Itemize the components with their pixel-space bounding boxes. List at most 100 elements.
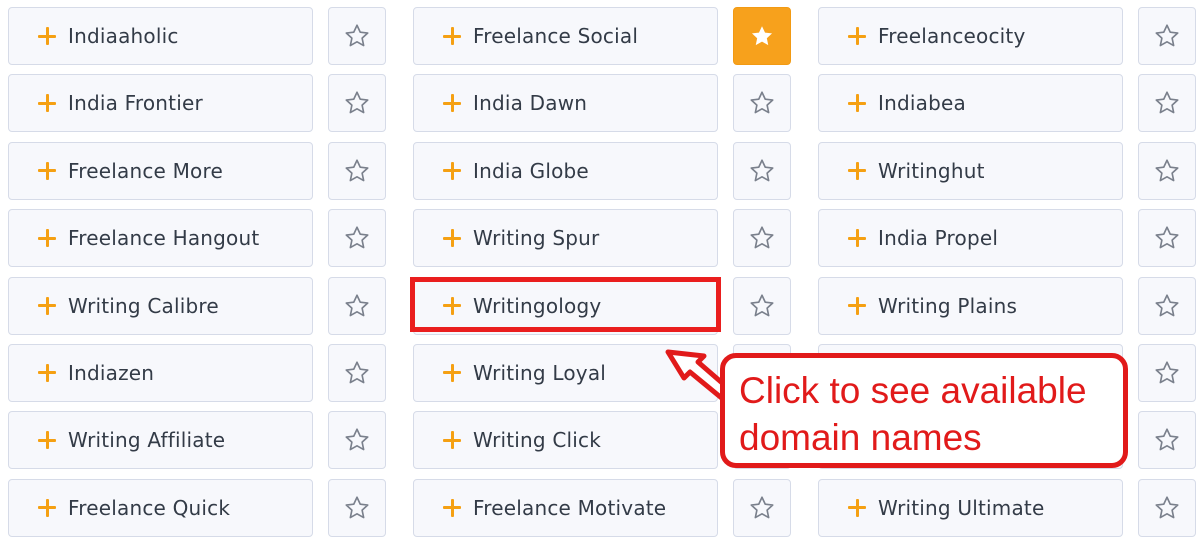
star-outline-icon xyxy=(1155,24,1179,47)
star-outline-icon xyxy=(750,226,774,249)
domain-name-button[interactable]: Freelanceocity xyxy=(818,7,1123,65)
favorite-button[interactable] xyxy=(328,411,386,470)
plus-icon xyxy=(38,229,56,248)
plus-icon xyxy=(443,27,461,45)
plus-icon xyxy=(38,94,56,113)
domain-name-label: Freelance More xyxy=(68,158,223,183)
plus-icon xyxy=(848,498,866,517)
domain-name-button[interactable]: Indiabea xyxy=(818,74,1123,133)
domain-name-label: Freelance Motivate xyxy=(473,495,667,520)
domain-name-button[interactable]: India Dawn xyxy=(413,74,718,133)
annotation-callout: Click to see available domain names xyxy=(720,353,1128,468)
favorite-button[interactable] xyxy=(328,141,386,200)
plus-icon xyxy=(848,229,866,248)
star-outline-icon xyxy=(1155,496,1179,519)
domain-name-button[interactable]: Writing Loyal xyxy=(413,343,718,402)
domain-name-button[interactable]: Freelance Social xyxy=(413,7,718,65)
star-outline-icon xyxy=(1155,226,1179,249)
favorite-button[interactable] xyxy=(1138,411,1196,470)
domain-name-button[interactable]: Freelance More xyxy=(8,141,313,200)
domain-name-button[interactable]: Writing Calibre xyxy=(8,276,313,335)
domain-name-label: Indiabea xyxy=(878,91,966,116)
favorite-button[interactable] xyxy=(733,209,791,268)
favorite-button-active[interactable] xyxy=(733,7,791,65)
favorite-button[interactable] xyxy=(1138,141,1196,200)
domain-name-button[interactable]: Writing Click xyxy=(413,411,718,470)
domain-name-button[interactable]: Writing Spur xyxy=(413,209,718,268)
highlight-box xyxy=(410,277,721,332)
domain-name-label: Writing Loyal xyxy=(473,360,607,385)
plus-icon xyxy=(443,161,461,180)
favorite-button[interactable] xyxy=(1138,276,1196,335)
callout-line-1: Click to see available xyxy=(739,370,1087,411)
domain-name-button[interactable]: Writinghut xyxy=(818,141,1123,200)
plus-icon xyxy=(848,27,866,45)
domain-name-label: Freelance Social xyxy=(473,24,639,48)
plus-icon xyxy=(443,498,461,517)
domain-name-button[interactable]: Freelance Quick xyxy=(8,478,313,537)
favorite-button[interactable] xyxy=(1138,478,1196,537)
star-outline-icon xyxy=(345,24,369,47)
domain-name-label: Indiazen xyxy=(68,360,155,385)
domain-name-label: Writing Ultimate xyxy=(878,495,1045,520)
domain-name-label: Writing Affiliate xyxy=(68,428,226,453)
domain-name-button[interactable]: Indiazen xyxy=(8,343,313,402)
favorite-button[interactable] xyxy=(328,276,386,335)
domain-name-button[interactable]: Writing Ultimate xyxy=(818,478,1123,537)
plus-icon xyxy=(38,431,56,450)
callout-line-2: domain names xyxy=(739,417,982,458)
star-outline-icon xyxy=(1155,361,1179,384)
plus-icon xyxy=(848,94,866,113)
domain-name-button[interactable]: Freelance Hangout xyxy=(8,209,313,268)
domain-name-button[interactable]: India Frontier xyxy=(8,74,313,133)
favorite-button[interactable] xyxy=(733,276,791,335)
domain-name-button[interactable]: Writing Plains xyxy=(818,276,1123,335)
domain-name-label: Writing Plains xyxy=(878,293,1018,318)
favorite-button[interactable] xyxy=(328,7,386,65)
plus-icon xyxy=(443,94,461,113)
star-outline-icon xyxy=(345,294,369,316)
favorite-button[interactable] xyxy=(733,74,791,133)
star-outline-icon xyxy=(1155,294,1179,316)
domain-name-button[interactable]: India Globe xyxy=(413,141,718,200)
domain-name-label: Writing Calibre xyxy=(68,293,219,318)
favorite-button[interactable] xyxy=(1138,74,1196,133)
plus-icon xyxy=(38,27,56,45)
domain-name-label: Indiaaholic xyxy=(68,24,179,48)
favorite-button[interactable] xyxy=(328,343,386,402)
plus-icon xyxy=(38,498,56,517)
favorite-button[interactable] xyxy=(733,141,791,200)
favorite-button[interactable] xyxy=(1138,343,1196,402)
star-outline-icon xyxy=(345,428,369,451)
domain-name-label: India Propel xyxy=(878,226,999,251)
plus-icon xyxy=(38,161,56,180)
domain-name-label: Writing Click xyxy=(473,428,602,453)
domain-name-label: India Globe xyxy=(473,158,589,183)
plus-icon xyxy=(38,296,56,315)
star-outline-icon xyxy=(750,91,774,114)
domain-name-button[interactable]: India Propel xyxy=(818,209,1123,268)
domain-name-button[interactable]: Freelance Motivate xyxy=(413,478,718,537)
domain-name-label: India Frontier xyxy=(68,91,203,116)
favorite-button[interactable] xyxy=(328,209,386,268)
domain-name-label: Freelanceocity xyxy=(878,24,1026,48)
domain-name-label: Freelance Quick xyxy=(68,495,231,520)
favorite-button[interactable] xyxy=(328,74,386,133)
domain-name-label: Writinghut xyxy=(878,158,985,183)
star-outline-icon xyxy=(1155,428,1179,451)
domain-name-button[interactable]: Writing Affiliate xyxy=(8,411,313,470)
star-outline-icon xyxy=(345,361,369,384)
favorite-button[interactable] xyxy=(1138,7,1196,65)
star-outline-icon xyxy=(1155,159,1179,182)
domain-name-button[interactable]: Indiaaholic xyxy=(8,7,313,65)
star-outline-icon xyxy=(1155,91,1179,114)
plus-icon xyxy=(443,229,461,248)
star-filled-icon xyxy=(751,26,773,46)
favorite-button[interactable] xyxy=(733,478,791,537)
star-outline-icon xyxy=(345,159,369,182)
domain-name-label: Writing Spur xyxy=(473,226,600,251)
favorite-button[interactable] xyxy=(1138,209,1196,268)
plus-icon xyxy=(848,296,866,315)
domain-name-label: Freelance Hangout xyxy=(68,226,260,251)
favorite-button[interactable] xyxy=(328,478,386,537)
